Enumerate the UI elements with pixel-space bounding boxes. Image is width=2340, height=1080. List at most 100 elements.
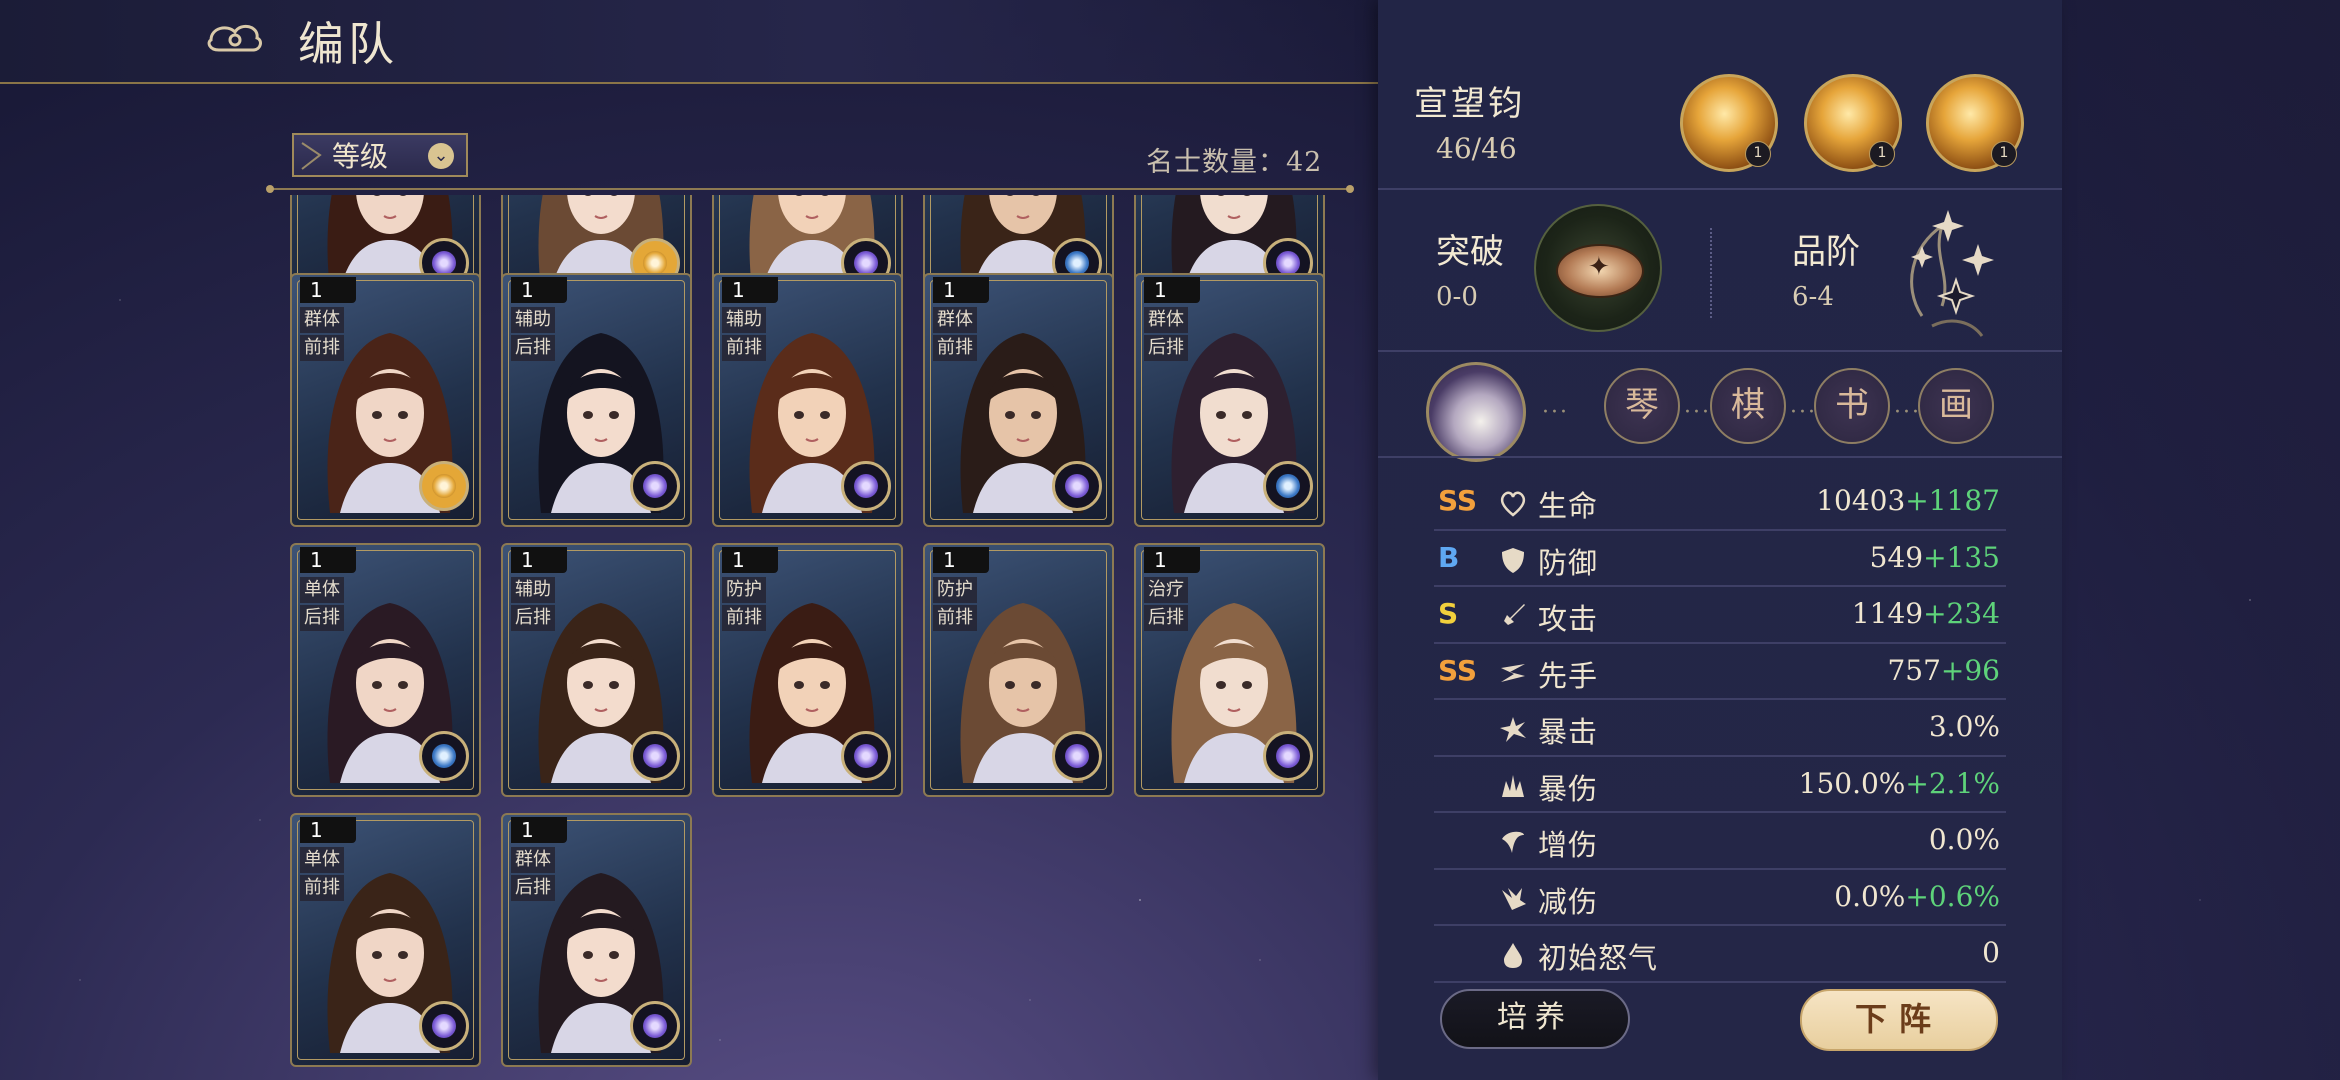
hero-stats-list: SS 生命 10403+1187 B 防御 549+135 S 攻击 1149+234 SS 先手 7… [1434,474,2006,983]
damage-reduction-icon [1502,887,1526,910]
sword-strike-icon[interactable]: 1 [1680,74,1778,172]
grade-label: 品阶 [1792,232,1860,272]
hero-role-tag: 单体 [300,577,344,603]
hero-position-tag: 后排 [511,605,555,631]
hero-card[interactable]: 1 辅助 后排 [501,273,692,527]
art-hua-button[interactable]: 画 [1918,368,1994,444]
hero-level-tag: 1 [511,547,567,573]
stat-rank: SS [1438,484,1478,517]
hero-card[interactable]: 1 防护 前排 [712,543,903,797]
grade-star-emblem-icon[interactable] [1882,196,2012,346]
stat-rank: S [1438,597,1459,630]
stat-base-value: 3.0% [1928,710,2000,743]
stat-base-value: 757 [1887,653,1941,687]
hero-card[interactable]: 1 单体 后排 [290,543,481,797]
separator-dots: ··· [1790,400,1817,425]
purple-faction-badge-icon [841,461,891,511]
hero-card[interactable]: 1 群体 前排 [923,273,1114,527]
companion-pet-avatar[interactable] [1426,362,1526,462]
stat-name: 减伤 [1538,884,1599,919]
hero-level-tag: 1 [300,277,356,303]
stat-name: 攻击 [1538,602,1599,636]
stat-base-value: 1149 [1851,597,1924,630]
hero-card[interactable]: 1 辅助 前排 [712,273,903,527]
breakthrough-stone-icon[interactable] [1534,204,1662,332]
stat-name: 生命 [1538,489,1599,523]
hero-position-tag: 前排 [300,875,344,901]
sort-label: 等级 [332,140,389,173]
hero-level-tag: 1 [300,547,356,573]
chevron-down-icon: ⌄ [428,143,454,169]
purple-faction-badge-icon [1263,731,1313,781]
train-button[interactable]: 培养 [1440,989,1630,1049]
hero-position-tag: 后排 [1144,335,1188,361]
filter-lines-icon [301,142,322,170]
hero-role-tag: 群体 [1144,307,1188,333]
hero-card[interactable]: 1 辅助 后排 [501,543,692,797]
sort-level-dropdown[interactable]: 等级 ⌄ [292,133,468,177]
hero-level-tag: 1 [300,817,356,843]
stat-row: 初始怒气 0 [1434,926,2006,983]
rage-drop-icon [1504,943,1522,968]
damage-up-icon [1502,831,1524,853]
hero-card[interactable]: 1 治疗 后排 [1134,543,1325,797]
hero-level-tag: 1 [1144,547,1200,573]
blue-faction-badge-icon [1263,461,1313,511]
hero-level-tag: 1 [1144,277,1200,303]
separator-dots: ··· [1894,400,1921,425]
hero-level-tag: 1 [511,277,567,303]
list-divider [266,185,1354,193]
stat-value: 10403+1187 [1816,484,2000,517]
cloud-emblem-icon [207,24,262,52]
stat-rank: B [1438,540,1460,574]
hero-card[interactable]: 1 群体 前排 [290,273,481,527]
hero-count: 名士数量：42 [1146,147,1323,178]
hero-level-tag: 1 [722,547,778,573]
stat-value: 0.0%+0.6% [1834,880,2000,913]
hero-position-tag: 后排 [1144,605,1188,631]
hero-role-tag: 群体 [300,307,344,333]
hero-card[interactable]: 1 防护 前排 [923,543,1114,797]
skill-level: 1 [1991,141,2017,167]
whirlwind-icon[interactable]: 1 [1804,74,1902,172]
stat-base-value: 0.0% [1834,879,1906,913]
hero-role-tag: 防护 [933,577,977,603]
stat-bonus-value: +1187 [1905,484,2000,517]
stat-row: B 防御 549+135 [1434,531,2006,587]
hero-role-tag: 群体 [933,307,977,333]
separator-dots: ··· [1684,400,1711,425]
purple-faction-badge-icon [1052,731,1102,781]
hero-card[interactable]: 1 群体 后排 [501,813,692,1067]
breakthrough-value: 0-0 [1436,282,1478,312]
blade-slash-icon[interactable]: 1 [1926,74,2024,172]
stat-name: 先手 [1538,658,1599,693]
skill-level: 1 [1745,141,1771,167]
stat-row: S 攻击 1149+234 [1434,587,2006,644]
hero-position-tag: 前排 [300,335,344,361]
withdraw-button[interactable]: 下阵 [1800,989,1998,1051]
hero-role-tag: 辅助 [511,307,555,333]
art-shu-button[interactable]: 书 [1814,368,1890,444]
purple-faction-badge-icon [1052,461,1102,511]
hero-position-tag: 后排 [511,875,555,901]
hero-roster-grid[interactable]: 1 群体 前排 1 辅助 后排 1 辅助 前排 1 群体 前排 1 群体 后排 1 单体 后排 1 辅助 后排 1 防护 前排… [285,195,1345,1080]
hero-role-tag: 辅助 [722,307,766,333]
panel-divider [1378,188,2062,190]
hero-card[interactable]: 1 单体 前排 [290,813,481,1067]
art-qi-button[interactable]: 棋 [1710,368,1786,444]
stat-base-value: 10403 [1816,484,1906,517]
hero-level-tag: 1 [933,277,989,303]
stat-row: SS 先手 757+96 [1434,644,2006,700]
hero-card[interactable]: 1 群体 后排 [1134,273,1325,527]
stat-bonus-value: +135 [1923,540,2000,574]
hero-level-tag: 1 [511,817,567,843]
hero-name: 宣望钧 [1414,84,1525,124]
stat-base-value: 549 [1869,540,1924,574]
stat-row: 暴击 3.0% [1434,700,2006,757]
stat-name: 暴伤 [1538,771,1599,806]
crit-icon [1500,717,1526,742]
speed-icon [1501,663,1525,682]
art-qin-button[interactable]: 琴 [1604,368,1680,444]
blue-faction-badge-icon [419,731,469,781]
hero-position-tag: 前排 [722,605,766,631]
